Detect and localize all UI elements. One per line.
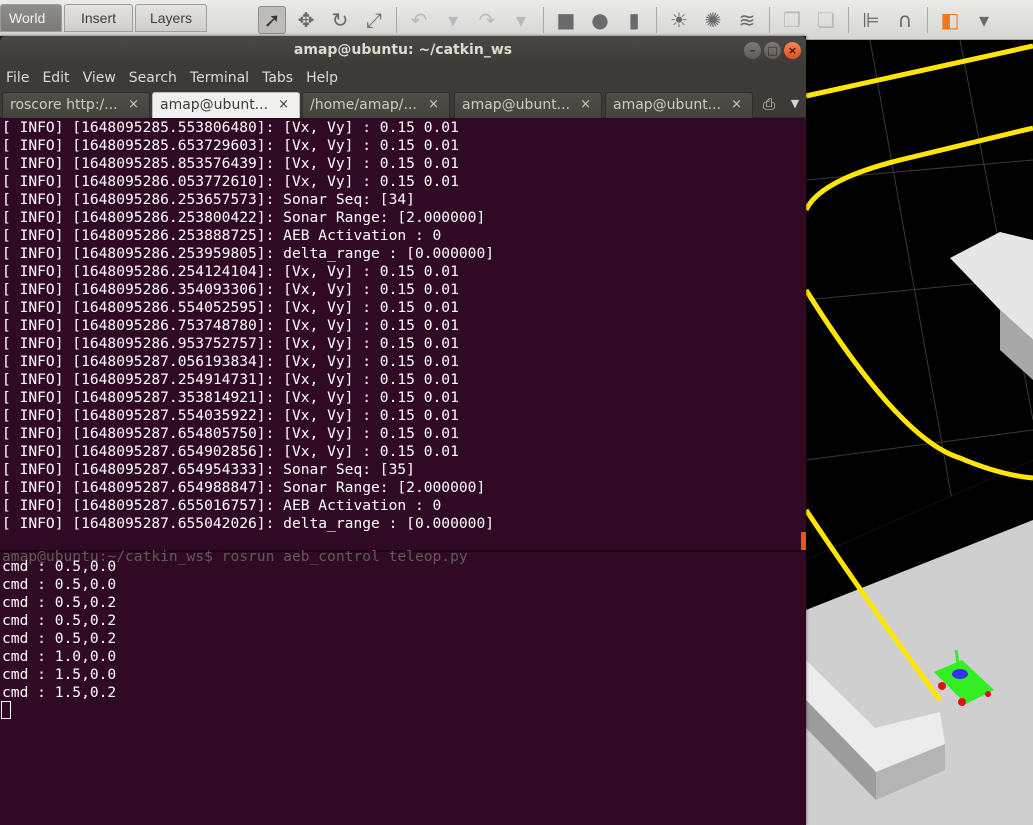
log-line: [ INFO] [1648095286.053772610]: [Vx, Vy]… bbox=[2, 173, 459, 190]
copy-icon[interactable]: ❐ bbox=[778, 6, 806, 34]
tab-label: amap@ubunt... bbox=[462, 97, 571, 113]
menubar: File Edit View Search Terminal Tabs Help bbox=[0, 66, 806, 90]
toolbar-separator bbox=[656, 7, 657, 33]
cmd-output-line: cmd : 0.5,0.2 bbox=[2, 594, 117, 611]
point-light-icon[interactable]: ☀ bbox=[665, 6, 693, 34]
cmd-output-line: cmd : 1.0,0.0 bbox=[2, 648, 117, 665]
redo-dropdown-icon[interactable]: ▾ bbox=[507, 6, 535, 34]
terminal-tab-active[interactable]: amap@ubunt... × bbox=[152, 92, 300, 118]
log-line: [ INFO] [1648095287.554035922]: [Vx, Vy]… bbox=[2, 407, 459, 424]
view-angle-dropdown-icon[interactable]: ▾ bbox=[970, 6, 998, 34]
tab-label: amap@ubunt... bbox=[160, 97, 269, 113]
log-line: [ INFO] [1648095286.253657573]: Sonar Se… bbox=[2, 191, 415, 208]
terminal-tab-roscore[interactable]: roscore http:/... × bbox=[2, 92, 150, 118]
toolbar-separator bbox=[543, 7, 544, 33]
log-line: [ INFO] [1648095286.253800422]: Sonar Ra… bbox=[2, 209, 486, 226]
terminal-tab-5[interactable]: amap@ubunt... × bbox=[605, 92, 753, 118]
log-line: [ INFO] [1648095287.056193834]: [Vx, Vy]… bbox=[2, 353, 459, 370]
minimize-button[interactable]: – bbox=[744, 42, 761, 59]
sphere-shape-icon[interactable]: ● bbox=[586, 6, 614, 34]
cmd-output-line: cmd : 1.5,0.0 bbox=[2, 666, 117, 683]
cylinder-shape-icon[interactable]: ▮ bbox=[620, 6, 648, 34]
tab-label: /home/amap/... bbox=[310, 97, 417, 113]
cmd-output-line: cmd : 0.5,0.0 bbox=[2, 576, 117, 593]
tab-close-icon[interactable]: × bbox=[128, 93, 139, 117]
tab-world[interactable]: World bbox=[0, 4, 62, 32]
log-line: [ INFO] [1648095286.254124104]: [Vx, Vy]… bbox=[2, 263, 459, 280]
redo-icon[interactable]: ↷ bbox=[473, 6, 501, 34]
paste-icon[interactable]: ❏ bbox=[812, 6, 840, 34]
log-line: [ INFO] [1648095286.354093306]: [Vx, Vy]… bbox=[2, 281, 459, 298]
log-line: [ INFO] [1648095287.353814921]: [Vx, Vy]… bbox=[2, 389, 459, 406]
log-line: [ INFO] [1648095287.254914731]: [Vx, Vy]… bbox=[2, 371, 459, 388]
cmd-output-line: cmd : 0.5,0.2 bbox=[2, 612, 117, 629]
tab-close-icon[interactable]: × bbox=[278, 93, 289, 117]
log-line: [ INFO] [1648095286.753748780]: [Vx, Vy]… bbox=[2, 317, 459, 334]
undo-dropdown-icon[interactable]: ▾ bbox=[439, 6, 467, 34]
log-line: [ INFO] [1648095285.853576439]: [Vx, Vy]… bbox=[2, 155, 459, 172]
log-line: [ INFO] [1648095287.655042026]: delta_ra… bbox=[2, 515, 495, 532]
log-line: [ INFO] [1648095285.653729603]: [Vx, Vy]… bbox=[2, 137, 459, 154]
menu-help[interactable]: Help bbox=[306, 70, 338, 86]
new-tab-icon[interactable]: ⎙ bbox=[758, 94, 780, 114]
snap-icon[interactable]: ∩ bbox=[891, 6, 919, 34]
cmd-output-line: cmd : 1.5,0.2 bbox=[2, 684, 117, 701]
undo-icon[interactable]: ↶ bbox=[405, 6, 433, 34]
close-button[interactable]: × bbox=[784, 42, 801, 59]
log-line: [ INFO] [1648095285.553806480]: [Vx, Vy]… bbox=[2, 119, 459, 136]
log-line: [ INFO] [1648095286.253959805]: delta_ra… bbox=[2, 245, 495, 262]
maximize-button[interactable]: □ bbox=[764, 42, 781, 59]
translate-icon[interactable]: ✥ bbox=[292, 6, 320, 34]
terminal-window[interactable]: amap@ubuntu: ~/catkin_ws – □ × File Edit… bbox=[0, 36, 806, 825]
window-title: amap@ubuntu: ~/catkin_ws bbox=[293, 42, 513, 58]
log-line: [ INFO] [1648095286.554052595]: [Vx, Vy]… bbox=[2, 299, 459, 316]
toolbar-separator bbox=[769, 7, 770, 33]
directional-light-icon[interactable]: ≋ bbox=[733, 6, 761, 34]
log-line: [ INFO] [1648095287.654902856]: [Vx, Vy]… bbox=[2, 443, 459, 460]
tab-layers[interactable]: Layers bbox=[135, 4, 207, 32]
terminal-output[interactable]: [ INFO] [1648095285.553806480]: [Vx, Vy]… bbox=[0, 118, 806, 825]
toolbar-separator bbox=[848, 7, 849, 33]
align-icon[interactable]: ⊫ bbox=[857, 6, 885, 34]
menu-file[interactable]: File bbox=[6, 70, 29, 86]
cmd-output-line: cmd : 0.5,0.2 bbox=[2, 630, 117, 647]
menu-view[interactable]: View bbox=[83, 70, 116, 86]
select-arrow-icon[interactable]: ➚ bbox=[258, 6, 286, 34]
menu-terminal[interactable]: Terminal bbox=[190, 70, 249, 86]
tab-label: roscore http:/... bbox=[10, 97, 118, 113]
window-titlebar[interactable]: amap@ubuntu: ~/catkin_ws – □ × bbox=[0, 36, 806, 66]
log-line: [ INFO] [1648095287.655016757]: AEB Acti… bbox=[2, 497, 442, 514]
toolbar-separator bbox=[396, 7, 397, 33]
terminal-tab-4[interactable]: amap@ubunt... × bbox=[454, 92, 602, 118]
menu-edit[interactable]: Edit bbox=[42, 70, 69, 86]
cmd-output-line: cmd : 0.5,0.0 bbox=[2, 558, 117, 575]
menu-tabs[interactable]: Tabs bbox=[262, 70, 293, 86]
scale-icon[interactable]: ⤢ bbox=[360, 6, 388, 34]
log-line: [ INFO] [1648095287.654954333]: Sonar Se… bbox=[2, 461, 415, 478]
rotate-icon[interactable]: ↻ bbox=[326, 6, 354, 34]
menu-search[interactable]: Search bbox=[129, 70, 177, 86]
box-shape-icon[interactable]: ■ bbox=[552, 6, 580, 34]
tab-close-icon[interactable]: × bbox=[731, 93, 742, 117]
log-line: [ INFO] [1648095286.253888725]: AEB Acti… bbox=[2, 227, 442, 244]
tab-menu-dropdown-icon[interactable]: ▼ bbox=[787, 94, 803, 114]
log-line: [ INFO] [1648095286.953752757]: [Vx, Vy]… bbox=[2, 335, 459, 352]
text-cursor bbox=[1, 701, 11, 719]
gazebo-toolbar: World Insert Layers ➚ ✥ ↻ ⤢ ↶ ▾ ↷ ▾ ■ ● ▮ ☀ ✺ ≋ ❐ ❏ ⊫ ∩ ◧ ▾ bbox=[0, 0, 1033, 40]
gazebo-tool-strip: ➚ ✥ ↻ ⤢ ↶ ▾ ↷ ▾ ■ ● ▮ ☀ ✺ ≋ ❐ ❏ ⊫ ∩ ◧ ▾ bbox=[252, 2, 1033, 38]
terminal-tabbar: roscore http:/... × amap@ubunt... × /hom… bbox=[0, 90, 806, 118]
log-line: [ INFO] [1648095287.654988847]: Sonar Ra… bbox=[2, 479, 486, 496]
tab-close-icon[interactable]: × bbox=[580, 93, 591, 117]
tab-label: amap@ubunt... bbox=[613, 97, 722, 113]
tab-close-icon[interactable]: × bbox=[428, 93, 439, 117]
log-line: [ INFO] [1648095287.654805750]: [Vx, Vy]… bbox=[2, 425, 459, 442]
scrollbar-marker[interactable] bbox=[801, 532, 806, 550]
tab-insert[interactable]: Insert bbox=[64, 4, 133, 32]
view-angle-icon[interactable]: ◧ bbox=[936, 6, 964, 34]
toolbar-separator bbox=[927, 7, 928, 33]
spot-light-icon[interactable]: ✺ bbox=[699, 6, 727, 34]
terminal-tab-home[interactable]: /home/amap/... × bbox=[302, 92, 450, 118]
